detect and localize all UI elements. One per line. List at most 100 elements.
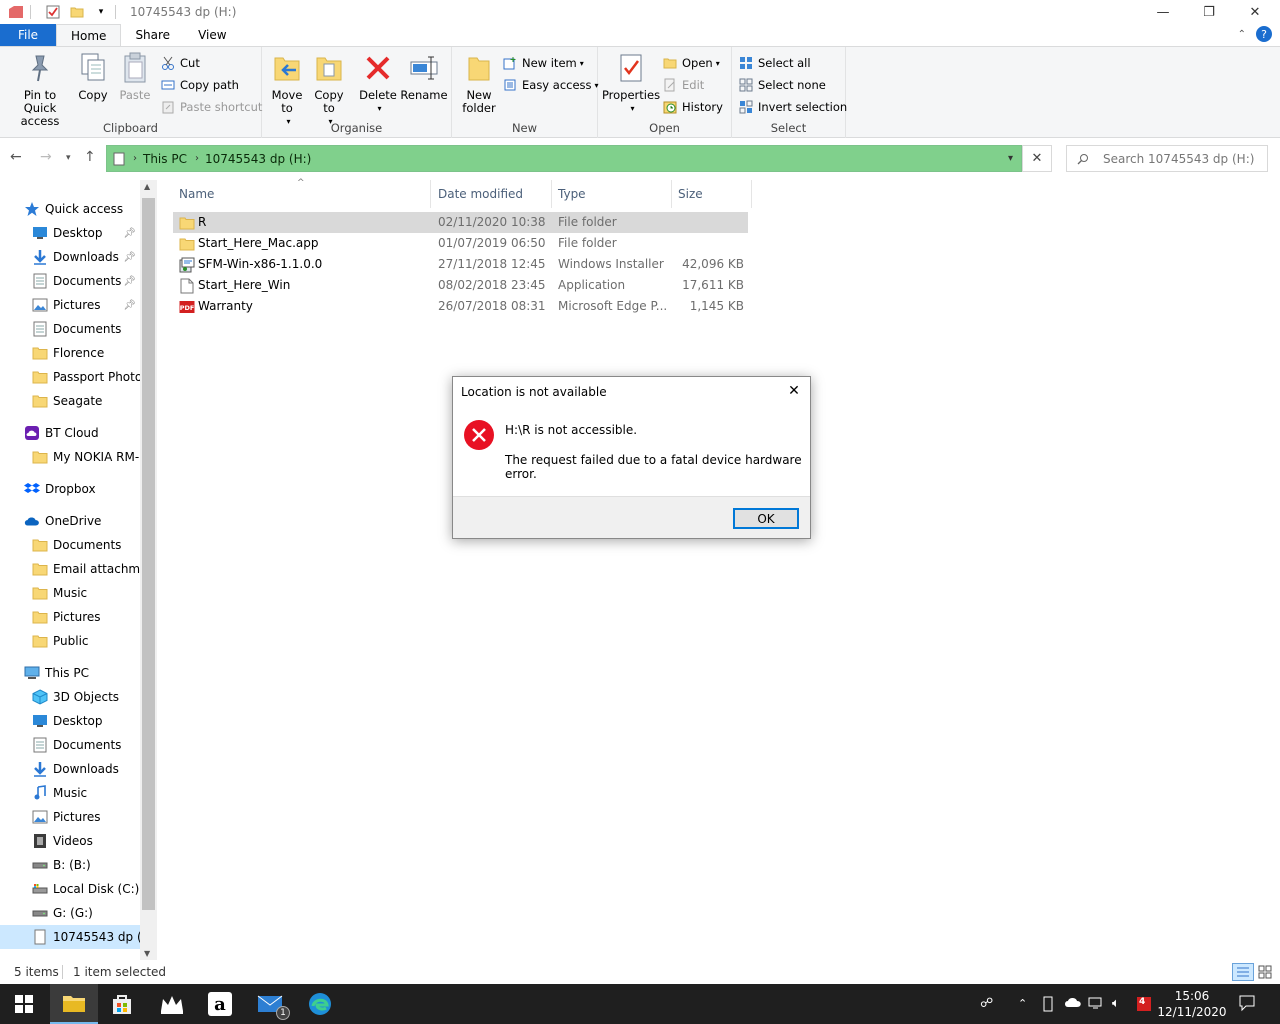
minimize-button[interactable]: — xyxy=(1140,0,1186,24)
paste-shortcut-button[interactable]: Paste shortcut xyxy=(160,97,262,117)
new-folder-button[interactable]: New folder xyxy=(458,51,500,115)
pin-to-quick-access-button[interactable]: Pin to Quick access xyxy=(6,51,74,128)
pin-icon[interactable]: 📌︎ xyxy=(123,276,136,287)
sidebar-item-videos[interactable]: Videos xyxy=(0,829,140,853)
cut-button[interactable]: Cut xyxy=(160,53,200,73)
taskbar-edge[interactable] xyxy=(296,984,344,1024)
back-arrow-icon[interactable]: ← xyxy=(10,149,22,165)
scroll-up-icon[interactable]: ▲ xyxy=(144,182,150,191)
properties-button[interactable]: Properties ▾ xyxy=(602,51,660,115)
usb-eject-icon[interactable] xyxy=(1042,996,1054,1016)
move-to-button[interactable]: Move to ▾ xyxy=(268,51,306,128)
sidebar-item-florence[interactable]: Florence xyxy=(0,341,140,365)
sidebar-item-onedrive[interactable]: OneDrive xyxy=(0,509,140,533)
forward-arrow-icon[interactable]: → xyxy=(40,149,52,165)
address-dropdown-icon[interactable]: ▾ xyxy=(1008,153,1013,164)
breadcrumb-separator-icon[interactable]: › xyxy=(133,153,137,164)
taskbar-amazon[interactable]: a xyxy=(196,984,244,1024)
breadcrumb-this-pc[interactable]: This PC xyxy=(143,152,187,166)
notifications-icon[interactable] xyxy=(1238,994,1256,1016)
sidebar-item-seagate[interactable]: Seagate xyxy=(0,389,140,413)
app-icon[interactable] xyxy=(8,4,24,20)
stop-loading-button[interactable]: ✕ xyxy=(1022,145,1052,172)
sidebar-item-music[interactable]: Music xyxy=(0,781,140,805)
up-arrow-icon[interactable]: ↑ xyxy=(84,149,96,165)
tab-file[interactable]: File xyxy=(0,24,56,46)
sidebar-item-downloads[interactable]: Downloads xyxy=(0,757,140,781)
taskbar-clock[interactable]: 15:06 12/11/2020 xyxy=(1150,988,1234,1020)
start-button[interactable] xyxy=(0,984,48,1024)
new-item-button[interactable]: New item ▾ xyxy=(502,53,584,73)
sidebar-item-this-pc[interactable]: This PC xyxy=(0,661,140,685)
help-icon[interactable]: ? xyxy=(1256,26,1272,42)
volume-icon[interactable]: 🔈︎ xyxy=(1112,996,1120,1011)
sidebar-item-g-g[interactable]: G: (G:) xyxy=(0,901,140,925)
recent-locations-icon[interactable]: ▾ xyxy=(66,153,71,163)
copy-to-button[interactable]: Copy to ▾ xyxy=(310,51,348,128)
address-bar[interactable]: › This PC › 10745543 dp (H:) ▾ xyxy=(106,145,1022,172)
maximize-button[interactable]: ❐ xyxy=(1186,0,1232,24)
taskbar-file-explorer[interactable] xyxy=(50,984,98,1024)
paste-button[interactable]: Paste xyxy=(116,51,154,102)
column-header-name[interactable]: Name xyxy=(173,180,431,208)
history-button[interactable]: History xyxy=(662,97,723,117)
table-row[interactable]: Start_Here_Mac.app 01/07/2019 06:50 File f… xyxy=(173,233,748,254)
taskbar-store[interactable] xyxy=(98,984,146,1024)
large-icons-view-icon[interactable] xyxy=(1258,965,1272,979)
sidebar-item-pictures[interactable]: Pictures xyxy=(0,605,140,629)
sidebar-item-pictures[interactable]: Pictures xyxy=(0,805,140,829)
close-button[interactable]: ✕ xyxy=(1232,0,1278,24)
delete-button[interactable]: Delete ▾ xyxy=(358,51,398,115)
sidebar-item-10745543-dp-h[interactable]: 10745543 dp (H:) xyxy=(0,925,140,949)
column-header-type[interactable]: Type xyxy=(552,180,672,208)
taskbar-crown-app[interactable] xyxy=(148,984,196,1024)
tab-home[interactable]: Home xyxy=(56,24,122,46)
people-icon[interactable]: ☍ xyxy=(980,996,993,1011)
sidebar-item-pictures[interactable]: Pictures 📌︎ xyxy=(0,293,140,317)
sidebar-item-passport-photo[interactable]: Passport Photo xyxy=(0,365,140,389)
table-row[interactable]: PDF Warranty 26/07/2018 08:31 Microsoft Edg… xyxy=(173,296,748,317)
dialog-close-button[interactable]: ✕ xyxy=(784,381,804,401)
sidebar-item-my-nokia-rm-1[interactable]: My NOKIA RM-1 xyxy=(0,445,140,469)
cloud-icon[interactable] xyxy=(1064,996,1082,1012)
taskbar-mail[interactable]: 1 xyxy=(246,984,294,1024)
pin-icon[interactable]: 📌︎ xyxy=(123,228,136,239)
nav-pane-scrollbar[interactable]: ▲ ▼ xyxy=(140,180,157,960)
sidebar-item-desktop[interactable]: Desktop 📌︎ xyxy=(0,221,140,245)
sidebar-item-downloads[interactable]: Downloads 📌︎ xyxy=(0,245,140,269)
select-none-button[interactable]: Select none xyxy=(738,75,826,95)
copy-path-button[interactable]: Copy path xyxy=(160,75,239,95)
edit-button[interactable]: Edit xyxy=(662,75,704,95)
tab-share[interactable]: Share xyxy=(121,24,184,46)
column-header-date-modified[interactable]: Date modified xyxy=(432,180,552,208)
copy-button[interactable]: Copy xyxy=(74,51,112,102)
show-hidden-icons-icon[interactable]: ⌃ xyxy=(1018,997,1027,1010)
sidebar-item-b-b[interactable]: B: (B:) xyxy=(0,853,140,877)
ok-button[interactable]: OK xyxy=(733,508,799,529)
sidebar-item-quick-access[interactable]: Quick access xyxy=(0,197,140,221)
sidebar-item-desktop[interactable]: Desktop xyxy=(0,709,140,733)
rename-button[interactable]: Rename xyxy=(400,51,448,102)
table-row[interactable]: Start_Here_Win 08/02/2018 23:45 Applicatio… xyxy=(173,275,748,296)
pin-icon[interactable]: 📌︎ xyxy=(123,252,136,263)
sidebar-item-documents[interactable]: Documents xyxy=(0,533,140,557)
sidebar-item-documents[interactable]: Documents xyxy=(0,317,140,341)
sidebar-item-documents[interactable]: Documents xyxy=(0,733,140,757)
details-view-icon[interactable] xyxy=(1232,963,1254,981)
network-icon[interactable] xyxy=(1088,996,1104,1014)
sidebar-item-public[interactable]: Public xyxy=(0,629,140,653)
collapse-ribbon-icon[interactable]: ⌃ xyxy=(1238,29,1246,40)
open-button[interactable]: Open ▾ xyxy=(662,53,720,73)
invert-selection-button[interactable]: Invert selection xyxy=(738,97,847,117)
search-box[interactable]: Search 10745543 dp (H:) xyxy=(1066,145,1268,172)
sidebar-item-email-attachmer[interactable]: Email attachmer xyxy=(0,557,140,581)
sidebar-item-bt-cloud[interactable]: BT Cloud xyxy=(0,421,140,445)
properties-quick-icon[interactable] xyxy=(45,4,61,20)
column-header-size[interactable]: Size xyxy=(672,180,752,208)
pin-icon[interactable]: 📌︎ xyxy=(123,300,136,311)
easy-access-button[interactable]: Easy access ▾ xyxy=(502,75,599,95)
sidebar-item-music[interactable]: Music xyxy=(0,581,140,605)
table-row[interactable]: SFM-Win-x86-1.1.0.0 27/11/2018 12:45 Windo… xyxy=(173,254,748,275)
table-row[interactable]: R 02/11/2020 10:38 File folder xyxy=(173,212,748,233)
breadcrumb-current-drive[interactable]: 10745543 dp (H:) xyxy=(205,152,311,166)
